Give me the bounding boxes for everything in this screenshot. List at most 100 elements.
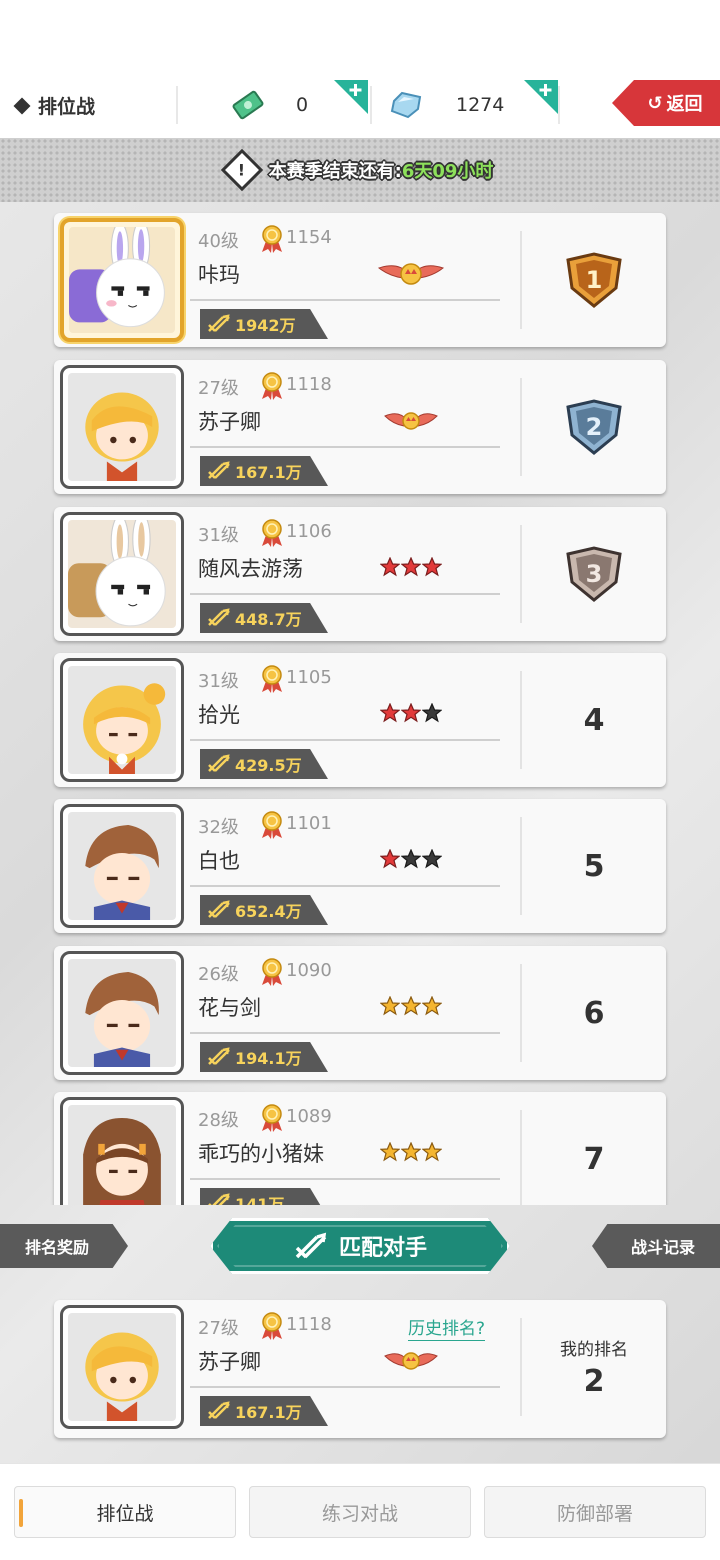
diamond-bullet-icon <box>13 97 31 114</box>
rank-tier-badge <box>376 404 446 436</box>
ranking-rewards-label: 排名奖励 <box>24 1238 89 1257</box>
player-score: 1106 <box>286 521 332 542</box>
gem-currency: 1274 <box>388 80 504 130</box>
player-level: 40级 <box>198 231 239 252</box>
ranking-row[interactable]: 40级 1154 咔玛 1942万 1 <box>54 213 666 347</box>
ranking-list[interactable]: 40级 1154 咔玛 1942万 1 27级 1118 苏子卿 167.1万 … <box>0 205 720 1205</box>
blonde-boy-avatar-icon <box>85 1332 159 1421</box>
player-score: 1101 <box>286 813 332 834</box>
star-rating <box>380 1142 442 1162</box>
player-name: 拾光 <box>198 703 240 727</box>
active-tab-indicator <box>19 1499 23 1527</box>
season-banner: ! 本赛季结束还有:6天09小时 <box>0 138 720 202</box>
star-rating <box>380 557 442 577</box>
ticket-value: 0 <box>296 94 309 116</box>
crossed-swords-icon <box>208 314 230 332</box>
my-rank-label: 我的排名 <box>560 1340 628 1360</box>
combat-power-value: 1942万 <box>235 316 296 335</box>
avatar[interactable] <box>60 951 184 1075</box>
combat-power: 194.1万 <box>200 1042 328 1072</box>
tab-label: 练习对战 <box>321 1502 398 1525</box>
avatar[interactable] <box>60 1097 184 1205</box>
player-score: 1090 <box>286 960 332 981</box>
ranking-rewards-button[interactable]: 排名奖励 <box>0 1224 128 1268</box>
player-level: 26级 <box>198 964 239 985</box>
medal-icon <box>262 811 282 839</box>
crossed-swords-icon <box>208 1047 230 1065</box>
player-level: 27级 <box>198 1318 239 1339</box>
combat-power: 652.4万 <box>200 895 328 925</box>
star-icon <box>401 1142 421 1162</box>
mode-title: 排位战 <box>13 92 96 119</box>
ranking-row[interactable]: 26级 1090 花与剑 194.1万 6 <box>54 946 666 1080</box>
action-bar: 排名奖励 匹配对手 战斗记录 <box>0 1218 720 1278</box>
player-score: 1118 <box>286 374 332 395</box>
player-level: 32级 <box>198 817 239 838</box>
player-name: 乖巧的小猪妹 <box>198 1142 324 1166</box>
row-underline <box>190 446 500 448</box>
avatar[interactable] <box>60 365 184 489</box>
player-score: 1118 <box>286 1314 332 1335</box>
battle-log-button[interactable]: 战斗记录 <box>592 1224 720 1268</box>
star-icon <box>401 703 421 723</box>
back-button[interactable]: ↺ 返回 <box>612 80 720 126</box>
add-gem-button[interactable] <box>524 80 558 114</box>
player-name: 花与剑 <box>198 996 261 1020</box>
rank-number: 7 <box>583 1141 605 1177</box>
ranking-row[interactable]: 28级 1089 乖巧的小猪妹 141万 7 <box>54 1092 666 1205</box>
combat-power: 167.1万 <box>200 1396 328 1426</box>
tab-ranked-battle[interactable]: 排位战 <box>14 1486 236 1538</box>
player-name: 白也 <box>198 849 240 873</box>
ranking-row[interactable]: 27级 1118 苏子卿 167.1万 2 <box>54 360 666 494</box>
rank-badge: 3 <box>522 507 666 641</box>
combat-power-value: 429.5万 <box>235 756 302 775</box>
tab-defense-setup[interactable]: 防御部署 <box>484 1486 706 1538</box>
my-ranking-card[interactable]: 27级 1118 历史排名? 苏子卿 167.1万 我的排名 2 <box>54 1300 666 1438</box>
row-underline <box>190 885 500 887</box>
crossed-swords-icon <box>208 900 230 918</box>
match-opponent-label: 匹配对手 <box>338 1236 427 1261</box>
medal-icon <box>262 1104 282 1132</box>
combat-power: 141万 <box>200 1188 328 1205</box>
avatar[interactable] <box>60 1305 184 1429</box>
mode-title-label: 排位战 <box>38 96 96 118</box>
brown-boy-avatar-icon <box>85 824 159 920</box>
battle-log-label: 战斗记录 <box>630 1238 695 1257</box>
avatar[interactable] <box>60 512 184 636</box>
star-icon <box>422 849 442 869</box>
rank-tier-badge <box>376 1136 446 1168</box>
player-score: 1154 <box>286 227 332 248</box>
match-opponent-button[interactable]: 匹配对手 <box>210 1218 510 1274</box>
player-name: 苏子卿 <box>198 1350 261 1374</box>
rank-tier-badge <box>376 551 446 583</box>
avatar[interactable] <box>60 218 184 342</box>
star-rating <box>380 996 442 1016</box>
combat-power: 448.7万 <box>200 603 328 633</box>
header-divider <box>176 86 178 124</box>
winged-crown-icon <box>377 263 445 285</box>
avatar[interactable] <box>60 658 184 782</box>
tab-label: 排位战 <box>96 1502 154 1525</box>
crossed-swords-icon <box>208 754 230 772</box>
star-icon <box>380 557 400 577</box>
player-score: 1105 <box>286 667 332 688</box>
header-divider <box>370 86 372 124</box>
row-underline <box>190 739 500 741</box>
ticket-icon <box>230 87 266 123</box>
medal-icon <box>262 958 282 986</box>
ranking-row[interactable]: 31级 1105 拾光 429.5万 4 <box>54 653 666 787</box>
bronze-rank-shield-icon: 3 <box>566 546 622 602</box>
rank-tier-badge <box>376 697 446 729</box>
history-rank-link[interactable]: 历史排名? <box>408 1314 486 1341</box>
back-arrow-icon: ↺ <box>647 92 663 114</box>
ranking-row[interactable]: 32级 1101 白也 652.4万 5 <box>54 799 666 933</box>
ranking-row[interactable]: 31级 1106 随风去游荡 448.7万 3 <box>54 507 666 641</box>
svg-text:3: 3 <box>586 560 603 588</box>
rank-badge: 1 <box>522 213 666 347</box>
tab-practice-battle[interactable]: 练习对战 <box>249 1486 471 1538</box>
avatar[interactable] <box>60 804 184 928</box>
star-icon <box>422 996 442 1016</box>
rank-badge: 4 <box>522 653 666 787</box>
tab-label: 防御部署 <box>556 1502 633 1525</box>
add-ticket-button[interactable] <box>334 80 368 114</box>
